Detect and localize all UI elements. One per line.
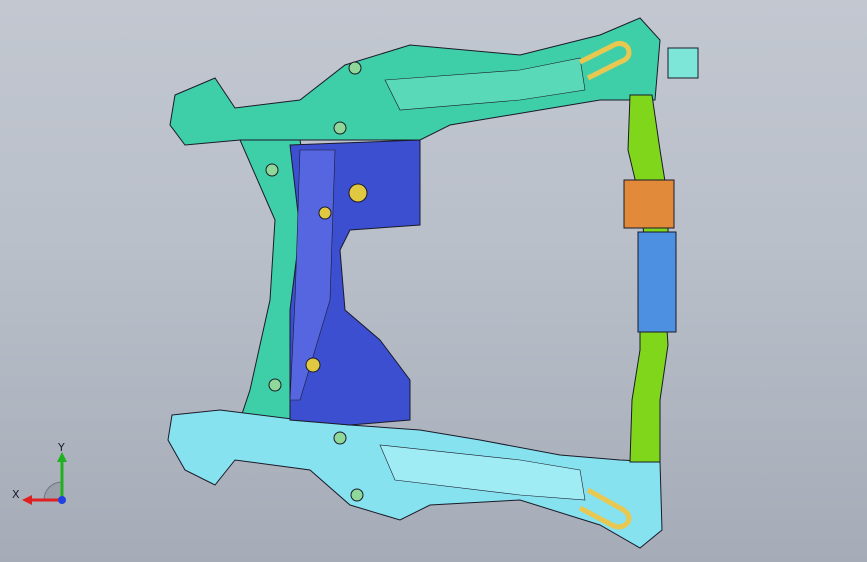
orientation-triad[interactable]: Y X	[10, 440, 80, 510]
tube-bracket-orange[interactable]	[623, 179, 675, 229]
mount-boss[interactable]	[305, 357, 321, 373]
bolt[interactable]	[348, 61, 362, 75]
top-mount-plate[interactable]	[667, 47, 699, 79]
graphics-viewport[interactable]: Y X	[0, 0, 867, 562]
y-axis-label: Y	[57, 441, 65, 454]
subframe-model[interactable]	[0, 0, 867, 562]
mount-boss[interactable]	[318, 206, 332, 220]
x-arrowhead-icon	[22, 495, 32, 505]
bolt[interactable]	[333, 121, 347, 135]
bolt[interactable]	[268, 378, 282, 392]
x-axis-label: X	[12, 488, 20, 501]
bolt[interactable]	[333, 431, 347, 445]
z-axis-icon	[58, 496, 66, 504]
mount-boss[interactable]	[348, 183, 368, 203]
tube-bracket-blue[interactable]	[637, 231, 677, 333]
bolt[interactable]	[265, 163, 279, 177]
bolt[interactable]	[350, 488, 364, 502]
